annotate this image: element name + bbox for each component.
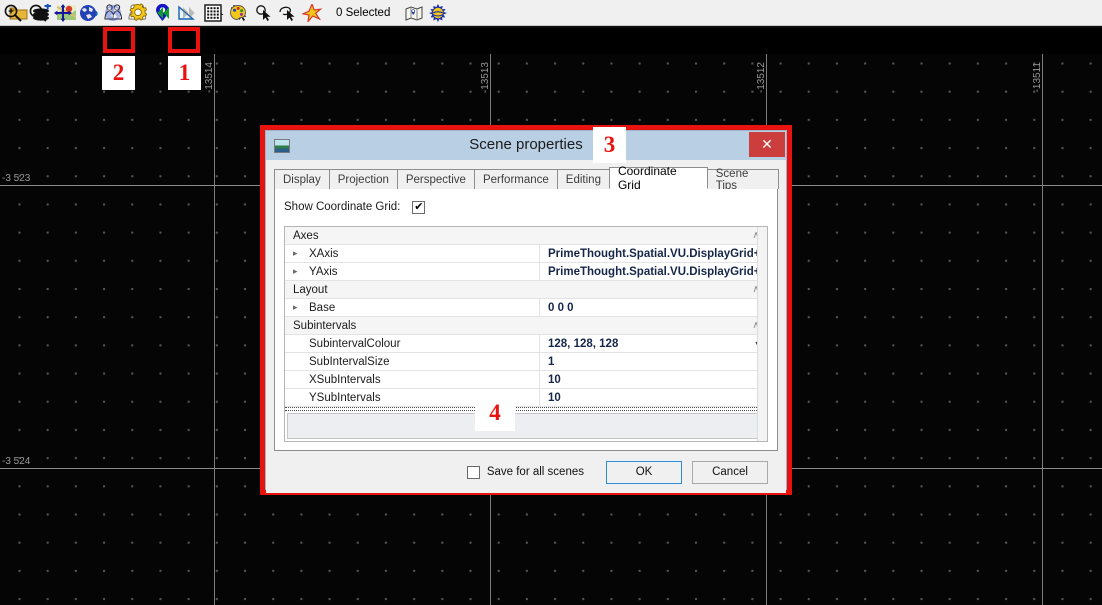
property-name: YAxis [309,266,338,278]
tab-perspective[interactable]: Perspective [397,169,475,189]
save-for-all-scenes-checkbox[interactable] [467,466,480,479]
show-coordinate-grid-checkbox[interactable]: ✔ [412,201,425,214]
show-coordinate-grid-row: Show Coordinate Grid: ✔ [284,197,768,217]
expander-right-icon[interactable]: ▸ [293,266,309,277]
step-forward-icon[interactable] [175,0,200,26]
lasso-select-icon[interactable] [276,1,300,25]
cancel-button[interactable]: Cancel [692,461,768,484]
zoom-select-icon[interactable] [252,1,276,25]
highlight-box-gear [103,27,135,53]
step-back-icon[interactable] [150,0,175,26]
clear-selection-icon[interactable] [300,1,324,25]
property-value[interactable]: PrimeThought.Spatial.VU.DisplayGrid+Ax..… [540,245,767,262]
dialog-title: Scene properties [266,136,786,153]
map-layers-icon[interactable] [402,1,426,25]
dialog-button-bar: Save for all scenes OK Cancel [274,451,778,493]
property-value[interactable]: 1 [540,353,767,370]
property-category-subintervals[interactable]: Subintervals ∧ [285,317,767,335]
annotation-badge-4: 4 [475,395,515,431]
property-grid-splitter[interactable] [285,407,767,411]
property-row-xsubintervals[interactable]: XSubIntervals 10 [285,371,767,389]
property-value[interactable]: 128, 128, 128 [540,335,749,352]
property-name: XSubIntervals [309,374,381,386]
property-value[interactable]: 10 [540,389,767,406]
zoom-out-icon[interactable] [25,0,50,26]
property-name: Base [309,302,335,314]
tab-coordinate-grid[interactable]: Coordinate Grid [609,167,708,189]
coordinate-grid-icon[interactable] [200,0,225,26]
expander-right-icon[interactable]: ▸ [293,248,309,259]
category-label: Subintervals [293,320,356,332]
save-for-all-scenes-row: Save for all scenes [467,466,584,479]
grid-label-horizontal: -3 524 [2,456,30,467]
highlight-box-grid [168,27,200,53]
scene-properties-dialog: Scene properties ✕ Display Projection Pe… [265,130,787,490]
grid-label-horizontal: -3 523 [2,173,30,184]
application-window: -13514 -13513 -13512 -13511 -3 523 -3 52… [0,0,1102,605]
grid-axis-vertical [214,54,215,605]
save-for-all-scenes-label: Save for all scenes [487,466,584,478]
property-value[interactable]: PrimeThought.Spatial.VU.DisplayGrid+Ax..… [540,263,767,280]
property-row-ysubintervals[interactable]: YSubIntervals 10 [285,389,767,407]
annotation-badge-1: 1 [168,56,201,90]
property-row-subintervalcolour[interactable]: SubintervalColour 128, 128, 128 ▼ [285,335,767,353]
property-name: SubintervalColour [309,338,400,350]
category-label: Layout [293,284,328,296]
grid-label-vertical: -13513 [480,62,491,93]
sun-globe-icon[interactable] [426,1,450,25]
property-name: YSubIntervals [309,392,381,404]
close-icon[interactable]: ✕ [749,132,785,157]
scene-properties-dialog-highlight: Scene properties ✕ Display Projection Pe… [260,125,792,495]
property-name: XAxis [309,248,338,260]
property-grid[interactable]: Axes ∧ ▸XAxis PrimeThought.Spatial.VU.Di… [284,226,768,442]
property-grid-rows: Axes ∧ ▸XAxis PrimeThought.Spatial.VU.Di… [285,227,767,407]
annotation-badge-2: 2 [102,56,135,90]
scene-properties-gear-icon[interactable] [125,0,150,26]
property-row-xaxis[interactable]: ▸XAxis PrimeThought.Spatial.VU.DisplayGr… [285,245,767,263]
property-description-pane [287,413,765,439]
annotation-badge-3: 3 [593,127,626,163]
dialog-tabstrip: Display Projection Perspective Performan… [274,167,778,189]
property-row-base[interactable]: ▸Base 0 0 0 [285,299,767,317]
expander-right-icon[interactable]: ▸ [293,302,309,313]
tab-projection[interactable]: Projection [329,169,398,189]
property-category-axes[interactable]: Axes ∧ [285,227,767,245]
tab-scene-tips[interactable]: Scene Tips [707,169,779,189]
property-category-layout[interactable]: Layout ∧ [285,281,767,299]
zoom-in-icon[interactable] [0,0,25,26]
globe-faded-icon[interactable] [100,0,125,26]
tab-editing[interactable]: Editing [557,169,610,189]
grid-label-vertical: -13512 [756,62,767,93]
tab-performance[interactable]: Performance [474,169,558,189]
grid-axis-vertical [1042,54,1043,605]
colour-palette-icon[interactable] [225,0,250,26]
property-value[interactable]: 0 0 0 [540,299,767,316]
globe-icon[interactable] [75,0,100,26]
property-value[interactable]: 10 [540,371,767,388]
show-coordinate-grid-label: Show Coordinate Grid: [284,201,400,213]
property-row-yaxis[interactable]: ▸YAxis PrimeThought.Spatial.VU.DisplayGr… [285,263,767,281]
property-grid-scrollbar[interactable] [757,227,767,441]
grid-label-vertical: -13511 [1032,62,1043,92]
selection-status: 0 Selected [330,7,396,19]
grid-label-vertical: -13514 [204,62,215,93]
property-row-subintervalsize[interactable]: SubIntervalSize 1 [285,353,767,371]
dialog-titlebar[interactable]: Scene properties ✕ [266,131,786,160]
property-name: SubIntervalSize [309,356,390,368]
tab-display[interactable]: Display [274,169,330,189]
ok-button[interactable]: OK [606,461,682,484]
coordinate-grid-tab-panel: Show Coordinate Grid: ✔ Axes ∧ ▸XAxis Pr… [274,189,778,451]
dialog-body: Display Projection Perspective Performan… [266,160,786,493]
category-label: Axes [293,230,319,242]
pan-icon[interactable] [50,0,75,26]
